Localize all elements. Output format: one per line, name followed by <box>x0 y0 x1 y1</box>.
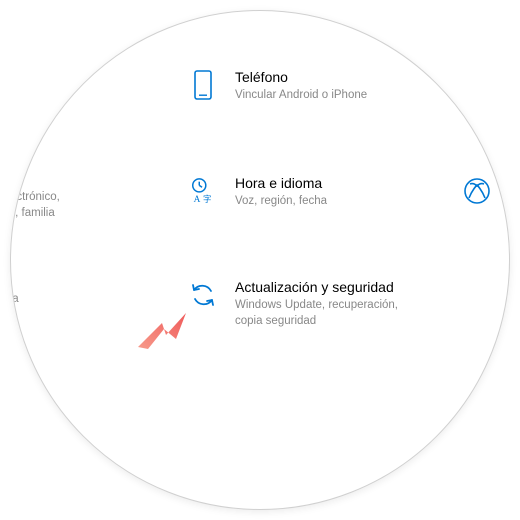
settings-item-update-security[interactable]: Actualización y seguridad Windows Update… <box>189 279 419 329</box>
partial-accounts-subtitle1: eo electrónico, <box>10 189 60 205</box>
settings-item-network-partial[interactable] <box>466 69 510 99</box>
gaming-subtitle-partial2: retran <box>508 211 510 227</box>
annotation-arrow <box>136 313 186 349</box>
partial-devices-subtitle: mouse <box>10 87 42 103</box>
phone-icon <box>189 71 217 99</box>
gaming-title-partial: Jue <box>508 175 510 191</box>
settings-item-phone[interactable]: Teléfono Vincular Android o iPhone <box>189 69 419 103</box>
circle-viewport: mouse Teléfono Vincular Android o iPhone <box>10 10 510 510</box>
phone-title: Teléfono <box>235 69 367 85</box>
update-icon <box>189 281 217 309</box>
time-language-subtitle: Voz, región, fecha <box>235 193 327 209</box>
partial-accounts-subtitle2: abajo, familia <box>10 205 55 221</box>
time-language-icon: A 字 <box>189 177 217 205</box>
gaming-subtitle-partial1: Barra <box>508 195 510 211</box>
globe-icon <box>466 71 494 99</box>
settings-item-time-language[interactable]: A 字 Hora e idioma Voz, región, fecha <box>189 175 419 209</box>
partial-privacy-subtitle: ara <box>10 291 19 307</box>
svg-text:A: A <box>194 195 201 205</box>
update-security-subtitle: Windows Update, recuperación, copia segu… <box>235 297 419 329</box>
time-language-title: Hora e idioma <box>235 175 327 191</box>
settings-item-gaming[interactable] <box>463 175 510 205</box>
phone-subtitle: Vincular Android o iPhone <box>235 87 367 103</box>
xbox-icon <box>463 177 491 205</box>
update-security-title: Actualización y seguridad <box>235 279 419 295</box>
svg-text:字: 字 <box>203 194 211 204</box>
